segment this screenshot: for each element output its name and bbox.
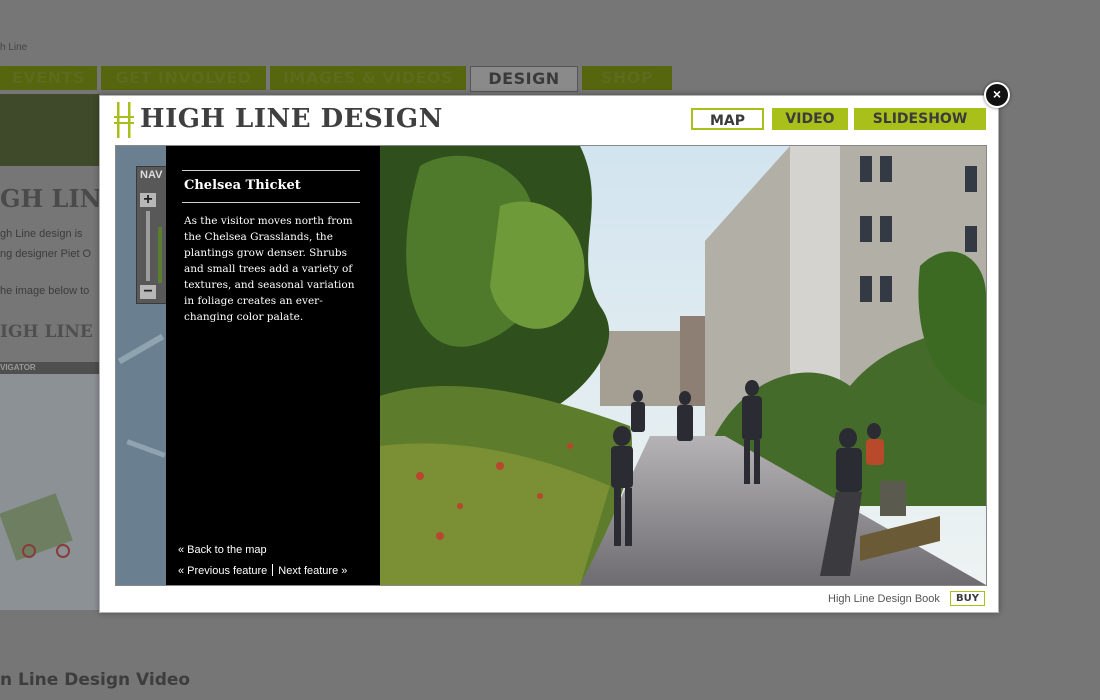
video-tab-button[interactable]: VIDEO (772, 108, 848, 130)
map-tab-button[interactable]: MAP (691, 108, 764, 130)
feature-info-panel: Chelsea Thicket As the visitor moves nor… (166, 146, 380, 585)
map-navigator: NAV + − (136, 166, 166, 304)
book-label: High Line Design Book (828, 593, 940, 605)
modal-title: HIGH LINE DESIGN (140, 104, 443, 134)
pager-separator (272, 564, 274, 576)
bg-nav-events: EVENTS (0, 66, 97, 90)
bg-breadcrumb: h Line (0, 42, 28, 53)
bg-section-heading: IGH LINE D (0, 322, 114, 342)
feature-pager: « Previous feature Next feature » (178, 564, 347, 577)
bg-text-line: he image below to (0, 285, 90, 297)
bg-nav-design: DESIGN (470, 66, 578, 92)
bg-nav-images-videos: IMAGES & VIDEOS (270, 66, 466, 90)
bg-video-title: n Line Design Video (0, 670, 191, 690)
zoom-out-button[interactable]: − (140, 284, 156, 300)
bg-text-line: gh Line design is (0, 228, 83, 240)
bg-nav-get-involved: GET INVOLVED (101, 66, 266, 90)
buy-book-button[interactable]: BUY (950, 591, 985, 606)
close-modal-button[interactable]: × (984, 82, 1010, 108)
divider (182, 170, 360, 171)
navigator-label: NAV (140, 169, 163, 181)
slideshow-tab-button[interactable]: SLIDESHOW (854, 108, 986, 130)
zoom-slider[interactable] (146, 211, 150, 281)
zoom-in-button[interactable]: + (140, 192, 156, 208)
mini-map[interactable]: NAV + − (116, 146, 166, 585)
divider (182, 202, 360, 203)
feature-photo (380, 146, 986, 585)
bg-map (0, 374, 100, 610)
close-icon: × (992, 86, 1002, 102)
bg-banner-image (0, 94, 100, 166)
high-line-logo-icon (114, 102, 134, 138)
feature-viewer: NAV + − Chelsea Thicket As the visitor m… (115, 145, 987, 586)
bg-main-nav: EVENTS GET INVOLVED IMAGES & VIDEOS DESI… (0, 66, 672, 92)
map-strip (158, 227, 162, 283)
next-feature-link[interactable]: Next feature » (278, 565, 347, 577)
back-to-map-link[interactable]: « Back to the map (178, 544, 267, 556)
feature-description: As the visitor moves north from the Chel… (184, 215, 355, 323)
feature-title: Chelsea Thicket (184, 178, 301, 193)
design-modal: HIGH LINE DESIGN MAP VIDEO SLIDESHOW NAV… (99, 95, 999, 613)
bg-map-header: VIGATOR (0, 362, 100, 374)
previous-feature-link[interactable]: « Previous feature (178, 565, 267, 577)
bg-nav-shop: SHOP (582, 66, 672, 90)
bg-text-line: ng designer Piet O (0, 248, 92, 260)
